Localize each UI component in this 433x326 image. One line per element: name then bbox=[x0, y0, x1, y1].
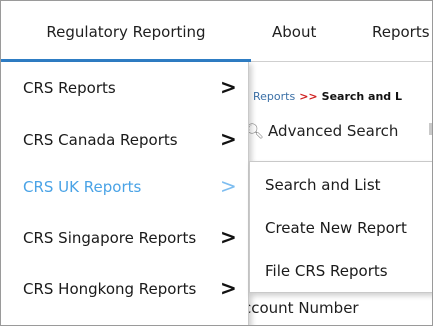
chevron-right-icon: > bbox=[220, 276, 237, 300]
breadcrumb-separator: >> bbox=[299, 90, 318, 103]
menu-item-crs-hongkong-reports[interactable]: CRS Hongkong Reports > bbox=[1, 263, 248, 315]
menu-item-crs-reports[interactable]: CRS Reports > bbox=[1, 62, 248, 114]
regulatory-reporting-dropdown: CRS Reports > CRS Canada Reports > CRS U… bbox=[1, 62, 249, 325]
menu-item-crs-canada-reports[interactable]: CRS Canada Reports > bbox=[1, 114, 248, 166]
breadcrumb-current: Search and L bbox=[321, 90, 403, 103]
nav-reports[interactable]: Reports bbox=[372, 1, 430, 61]
menu-item-label: CRS Singapore Reports bbox=[23, 229, 197, 247]
advanced-search-toggle[interactable]: 🔍︎ Advanced Search bbox=[245, 122, 398, 140]
menu-item-label: CRS Canada Reports bbox=[23, 131, 178, 149]
menu-item-label: CRS Hongkong Reports bbox=[23, 280, 197, 298]
menu-item-label: CRS Reports bbox=[23, 79, 116, 97]
menu-item-label: CRS UK Reports bbox=[23, 178, 142, 196]
chevron-right-icon: > bbox=[220, 127, 237, 151]
nav-about[interactable]: About bbox=[272, 1, 316, 61]
menu-item-crs-uk-reports[interactable]: CRS UK Reports > bbox=[1, 161, 248, 213]
app-window: Regulatory Reporting About Reports Repor… bbox=[0, 0, 433, 326]
breadcrumb-reports-link[interactable]: Reports bbox=[253, 90, 295, 103]
menu-item-crs-singapore-reports[interactable]: CRS Singapore Reports > bbox=[1, 212, 248, 264]
chevron-right-icon: > bbox=[220, 174, 237, 198]
crs-uk-reports-submenu: Search and List Create New Report File C… bbox=[249, 161, 432, 293]
top-navigation: Regulatory Reporting About Reports bbox=[1, 1, 432, 62]
field-edge bbox=[429, 123, 432, 135]
advanced-search-label: Advanced Search bbox=[268, 122, 399, 140]
chevron-right-icon: > bbox=[220, 75, 237, 99]
account-number-label: Account Number bbox=[233, 299, 359, 317]
submenu-item-create-new-report[interactable]: Create New Report bbox=[265, 219, 407, 237]
chevron-right-icon: > bbox=[220, 225, 237, 249]
breadcrumb: Reports >> Search and L bbox=[253, 90, 402, 103]
nav-regulatory-reporting[interactable]: Regulatory Reporting bbox=[1, 1, 251, 62]
submenu-item-search-and-list[interactable]: Search and List bbox=[265, 176, 381, 194]
submenu-item-file-crs-reports[interactable]: File CRS Reports bbox=[265, 262, 388, 280]
